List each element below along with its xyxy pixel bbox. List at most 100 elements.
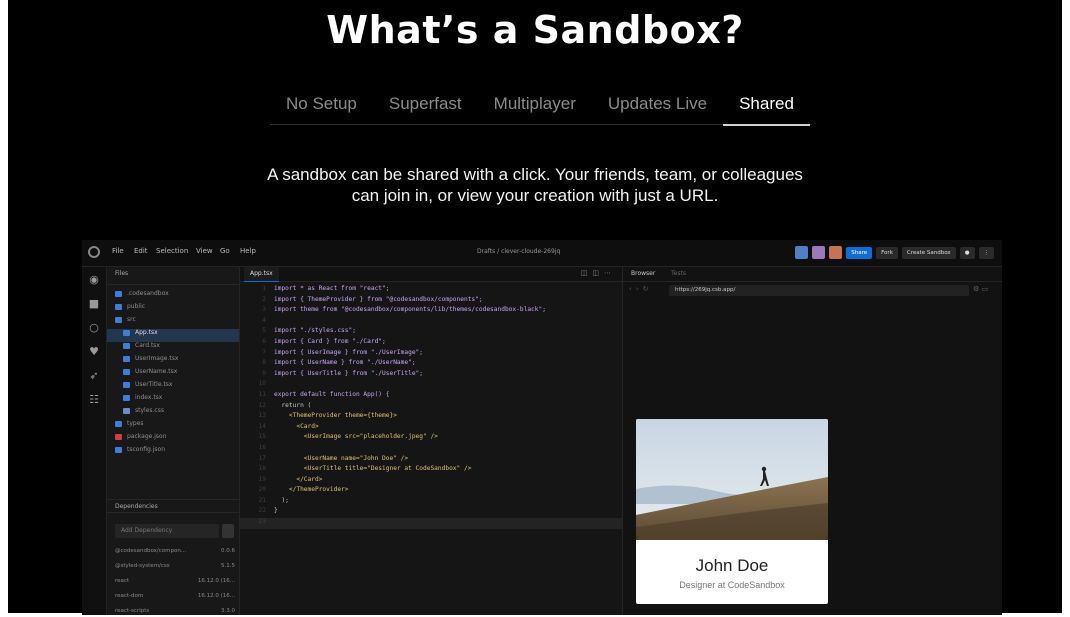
create-sandbox-button[interactable]: Create Sandbox — [901, 246, 956, 259]
line-number: 2 — [262, 295, 266, 303]
user-title: Designer at CodeSandbox — [679, 580, 785, 590]
description-line-2: can join in, or view your creation with … — [351, 186, 719, 205]
dependency-search-button[interactable] — [222, 524, 234, 538]
sandbox-breadcrumb[interactable]: Drafts / clever-cloude-269jq — [477, 248, 560, 255]
preview-url-field[interactable]: https://269jq.csb.app/ — [669, 285, 969, 296]
menu-selection[interactable]: Selection — [156, 247, 188, 255]
description-line-1: A sandbox can be shared with a click. Yo… — [267, 165, 803, 184]
ide-screenshot: File Edit Selection View Go Help Drafts … — [82, 240, 1002, 615]
activity-bar: ◉ ■ ○ ♥ ➶ ☷ — [82, 267, 107, 615]
file-type-icon — [115, 303, 122, 310]
code-editor[interactable]: App.tsx ◫◫⋯ 1 import * as React from "rea… — [240, 267, 622, 615]
line-number: 9 — [262, 369, 266, 377]
file-tree-item[interactable]: public — [107, 303, 239, 316]
menu-help[interactable]: Help — [240, 247, 256, 255]
tab-browser[interactable]: Browser — [631, 270, 655, 277]
explorer-header: Files — [107, 267, 239, 285]
fork-button[interactable]: Fork — [876, 246, 898, 259]
left-frame-border — [0, 0, 8, 617]
menu-file[interactable]: File — [112, 247, 124, 255]
more-menu-icon[interactable]: ⋮ — [978, 246, 994, 259]
code-line: 2 import { ThemeProvider } from "@codesan… — [240, 296, 622, 307]
line-number: 4 — [262, 316, 266, 324]
tab-shared[interactable]: Shared — [723, 88, 810, 126]
tab-no-setup[interactable]: No Setup — [270, 88, 373, 124]
dependency-row[interactable]: @codesandbox/compon... 0.0.6 — [115, 548, 235, 554]
file-tree-item[interactable]: src — [107, 316, 239, 329]
file-list: .codesandbox public src App.tsx Card.tsx User… — [107, 285, 239, 459]
code-line: 18 <UserTitle title="Designer at CodeSan… — [240, 465, 622, 476]
browser-nav-icon[interactable]: ‹›↻ — [629, 285, 652, 293]
dependency-row[interactable]: react 16.12.0 (16... — [115, 578, 235, 584]
code-line: 22} — [240, 507, 622, 518]
file-tree-item[interactable]: UserName.tsx — [107, 368, 239, 381]
menu-view[interactable]: View — [196, 247, 213, 255]
menu-edit[interactable]: Edit — [134, 247, 148, 255]
file-tree-item[interactable]: UserImage.tsx — [107, 355, 239, 368]
open-new-window-icon[interactable]: ⚙ ▭ — [973, 285, 997, 296]
file-type-icon — [123, 368, 130, 375]
feature-description: A sandbox can be shared with a click. Yo… — [250, 164, 820, 206]
avatar[interactable] — [812, 246, 826, 259]
dependency-name: react-scripts — [115, 608, 150, 614]
bell-icon[interactable]: ● — [959, 246, 975, 259]
file-type-icon — [123, 407, 130, 414]
live-users-icon[interactable]: ☷ — [87, 393, 101, 407]
file-tree-item[interactable]: UserTitle.tsx — [107, 381, 239, 394]
tab-multiplayer[interactable]: Multiplayer — [478, 88, 592, 124]
line-number: 17 — [258, 454, 266, 462]
code-line: 6 import { Card } from "./Card"; — [240, 338, 622, 349]
code-text: </Card> — [274, 475, 323, 483]
preview-tabs: Browser Tests — [623, 267, 1002, 282]
code-line: 14 <Card> — [240, 423, 622, 434]
file-type-icon — [115, 433, 122, 440]
line-number: 6 — [262, 337, 266, 345]
code-text: export default function App() { — [274, 390, 390, 398]
line-number: 3 — [262, 306, 266, 314]
user-name: John Doe — [695, 556, 769, 575]
avatar[interactable] — [829, 246, 843, 259]
file-tree-item[interactable]: tsconfig.json — [107, 446, 239, 459]
dependencies-header[interactable]: Dependencies — [107, 499, 239, 513]
file-icon[interactable]: ■ — [87, 297, 101, 311]
dependency-row[interactable]: react-dom 16.12.0 (16... — [115, 593, 235, 599]
code-line: 23 — [240, 518, 622, 529]
file-tree-item[interactable]: types — [107, 420, 239, 433]
tab-superfast[interactable]: Superfast — [373, 88, 478, 124]
github-icon[interactable]: ♥ — [87, 345, 101, 359]
file-tree-item[interactable]: styles.css — [107, 407, 239, 420]
file-tree-item[interactable]: .codesandbox — [107, 290, 239, 303]
file-type-icon — [123, 394, 130, 401]
code-text: import * as React from "react"; — [274, 285, 390, 292]
code-text: import { UserTitle } from "./UserTitle"; — [274, 369, 424, 377]
dependency-row[interactable]: @styled-system/css 5.1.5 — [115, 563, 235, 569]
file-tree-item[interactable]: Card.tsx — [107, 342, 239, 355]
dependency-row[interactable]: react-scripts 3.3.0 — [115, 608, 235, 614]
code-text: import { ThemeProvider } from "@codesand… — [274, 295, 483, 303]
feature-tabs: No Setup Superfast Multiplayer Updates L… — [270, 88, 812, 126]
search-icon[interactable]: ○ — [87, 321, 101, 335]
avatar[interactable] — [795, 246, 809, 259]
tab-tests[interactable]: Tests — [671, 270, 686, 277]
page-title: What’s a Sandbox? — [326, 8, 744, 52]
code-line: 20 </ThemeProvider> — [240, 486, 622, 497]
tab-updates-live[interactable]: Updates Live — [592, 88, 723, 124]
editor-actions-icon[interactable]: ◫◫⋯ — [581, 269, 616, 277]
code-text: import { Card } from "./Card"; — [274, 337, 386, 345]
code-text: <UserImage src="placeholder.jpeg" /> — [274, 433, 438, 441]
file-name: src — [127, 316, 136, 323]
home-icon[interactable]: ◉ — [87, 273, 101, 287]
deploy-rocket-icon[interactable]: ➶ — [87, 369, 101, 383]
menu-go[interactable]: Go — [220, 247, 230, 255]
file-type-icon — [115, 446, 122, 453]
dependency-version: 0.0.6 — [221, 548, 235, 554]
file-name: .codesandbox — [127, 290, 169, 297]
editor-tab-app[interactable]: App.tsx — [244, 267, 279, 282]
file-tree-item[interactable]: App.tsx — [107, 329, 239, 342]
file-tree-item[interactable]: index.tsx — [107, 394, 239, 407]
dependency-search-input[interactable]: Add Dependency — [115, 524, 219, 538]
share-button[interactable]: Share — [846, 246, 873, 259]
file-tree-item[interactable]: package.json — [107, 433, 239, 446]
profile-card: John Doe Designer at CodeSandbox — [636, 419, 828, 604]
file-type-icon — [123, 355, 130, 362]
